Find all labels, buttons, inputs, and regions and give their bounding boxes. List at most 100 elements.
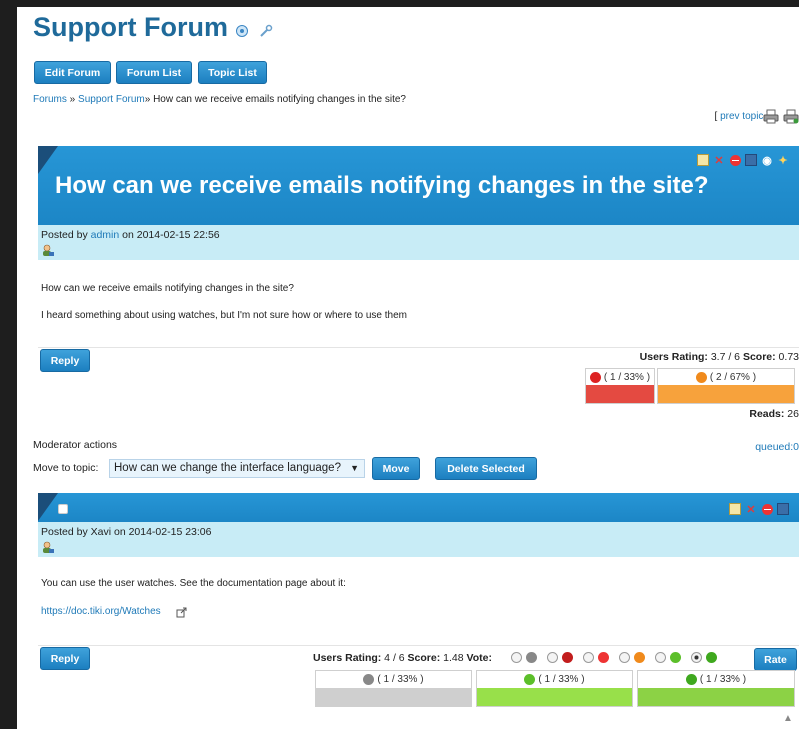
rating-result: ( 1 / 33% ) [476,670,633,707]
vote-radio-6[interactable] [691,652,702,663]
queued-link[interactable]: queued:0 [755,441,799,453]
vote-radio-5[interactable] [655,652,666,663]
rating-result: ( 1 / 33% ) [637,670,795,707]
posted-by: Posted by Xavi on 2014-02-15 23:06 [41,526,211,538]
reads-value: 26 [784,408,799,420]
lock-icon[interactable] [761,503,773,515]
corner-decoration [38,146,58,174]
score-label: Score: [742,351,776,363]
users-rating-label: Users Rating: [313,652,382,664]
rating-result-text: ( 1 / 33% ) [377,674,424,685]
rating-bar [658,385,794,403]
red-frown-face-icon [598,652,609,663]
topic-header: ✕ ◉ ✦ How can we receive emails notifyin… [38,146,799,225]
green-smile-face-icon [685,674,697,685]
print-icon[interactable] [763,109,779,124]
topic-list-button[interactable]: Topic List [198,61,267,84]
select-value: How can we change the interface language… [114,462,341,474]
breadcrumb-forums-link[interactable]: Forums [33,94,67,105]
breadcrumb-current: How can we receive emails notifying chan… [153,94,406,105]
select-post-checkbox[interactable] [58,504,68,514]
external-link-icon[interactable] [176,607,187,618]
green-smile-face-icon [524,674,536,685]
post-body-line: You can use the user watches. See the do… [41,578,346,589]
wrench-icon[interactable] [259,24,273,38]
red-frown-face-icon [589,372,601,383]
edit-icon[interactable] [729,503,741,515]
page-title: Support Forum [33,12,228,42]
green-smile-face-icon [670,652,681,663]
posted-date: on 2014-02-15 22:56 [119,229,220,241]
divider [38,645,799,646]
save-icon[interactable] [745,154,757,166]
users-rating-value: 4 / 6 [381,652,408,664]
author-link[interactable]: admin [91,229,120,241]
vote-label: Vote: [466,652,492,664]
move-to-topic-select[interactable]: How can we change the interface language… [109,459,365,478]
gray-face-icon [526,652,537,663]
user-icon [43,541,54,553]
vote-options [511,652,717,663]
breadcrumb-separator: » [66,94,79,105]
users-rating: Users Rating: 3.7 / 6 Score: 0.73 [640,351,799,363]
rating-bar [586,385,654,403]
reply-header: ✕ [38,493,799,522]
rate-button[interactable]: Rate [754,648,797,671]
topic-navigation: [ prev topic ] [715,111,769,122]
rating-result-text: ( 1 / 33% ) [538,674,585,685]
print-all-icon[interactable] [783,109,799,124]
users-rating-value: 3.7 / 6 [707,351,743,363]
reply-meta: Posted by Xavi on 2014-02-15 23:06 [38,522,799,557]
orange-neutral-face-icon [634,652,645,663]
rating-result: ( 1 / 33% ) [315,670,472,707]
rating-result-text: ( 1 / 33% ) [699,674,747,685]
watches-doc-link[interactable]: https://doc.tiki.org/Watches [41,606,161,617]
reply-button[interactable]: Reply [40,349,90,372]
lock-icon[interactable] [729,154,741,166]
vote-radio-4[interactable] [619,652,630,663]
monitor-watch-icon[interactable] [235,24,249,38]
edit-icon[interactable] [697,154,709,166]
topic-meta: Posted by admin on 2014-02-15 22:56 [38,225,799,260]
post-body-line: I heard something about using watches, b… [41,310,408,321]
breadcrumb-separator: » [144,94,154,105]
rating-bar [316,688,471,706]
scroll-to-top-icon[interactable]: ▲ [783,713,793,724]
move-to-topic-label: Move to topic: [33,462,99,474]
topic-title: How can we receive emails notifying chan… [55,172,709,199]
vote-radio-2[interactable] [547,652,558,663]
reply-button[interactable]: Reply [40,647,90,670]
corner-decoration [38,493,58,521]
save-icon[interactable] [777,503,789,515]
eye-icon[interactable]: ◉ [761,154,773,167]
green-grin-face-icon [706,652,717,663]
breadcrumb-support-forum-link[interactable]: Support Forum [78,94,145,105]
reads-label: Reads: [749,408,785,420]
move-button[interactable]: Move [372,457,420,480]
forum-page: Support Forum Edit Forum Forum List Topi… [17,7,799,729]
breadcrumb: Forums » Support Forum» How can we recei… [33,94,406,105]
users-rating: Users Rating: 4 / 6 Score: 1.48 Vote: [313,652,492,664]
forum-list-button[interactable]: Forum List [116,61,192,84]
topic-actions: ✕ ◉ ✦ [697,154,789,167]
reads: Reads: 26 [749,408,799,420]
score-value: 1.48 [440,652,467,664]
moderator-heading: Moderator actions [33,439,118,451]
prev-topic-link[interactable]: prev topic [720,111,763,122]
vote-radio-1[interactable] [511,652,522,663]
posted-by-label: Posted by [41,229,91,241]
delete-icon[interactable]: ✕ [745,503,757,516]
rating-result-text: ( 2 / 67% ) [709,372,757,383]
divider [38,347,799,348]
watch-group-icon[interactable]: ✦ [777,154,789,167]
delete-selected-button[interactable]: Delete Selected [435,457,537,480]
vote-radio-3[interactable] [583,652,594,663]
score-value: 0.73 [775,351,799,363]
author-name: Xavi [90,526,112,538]
rating-result-text: ( 1 / 33% ) [603,372,651,383]
delete-icon[interactable]: ✕ [713,154,725,167]
dropdown-arrow-icon: ▼ [350,463,359,473]
score-label: Score: [407,652,441,664]
edit-forum-button[interactable]: Edit Forum [34,61,111,84]
orange-neutral-face-icon [695,372,707,383]
